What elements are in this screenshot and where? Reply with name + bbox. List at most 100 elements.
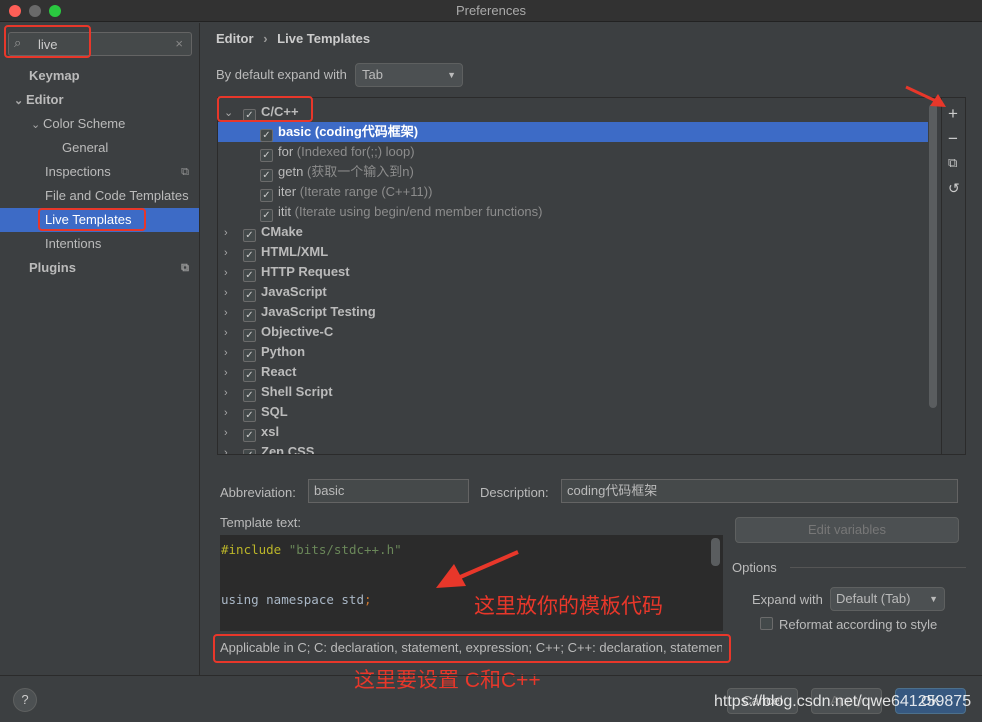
window-title: Preferences (455, 3, 527, 18)
template-name: for (278, 144, 294, 159)
breadcrumb: Editor › Live Templates (216, 31, 370, 46)
template-description: (Iterate range (C++11)) (299, 184, 433, 199)
chevron-right-icon[interactable]: › (224, 383, 243, 403)
sidebar-item[interactable]: Intentions (0, 232, 199, 256)
abbreviation-input[interactable]: basic (308, 479, 469, 503)
options-divider (790, 567, 966, 568)
template-group[interactable]: › ✓ JavaScript (218, 282, 928, 302)
chevron-down-icon[interactable]: ⌄ (14, 89, 26, 113)
sidebar-item-label: Inspections (45, 164, 111, 179)
template-text-label: Template text: (220, 515, 301, 530)
chevron-right-icon[interactable]: › (224, 303, 243, 323)
chevron-right-icon[interactable]: › (224, 323, 243, 343)
editor-scrollbar[interactable] (711, 538, 720, 566)
template-group[interactable]: › ✓ xsl (218, 422, 928, 442)
template-description: (获取一个输入到n) (306, 164, 414, 179)
template-name: SQL (261, 404, 288, 419)
chevron-right-icon[interactable]: › (224, 423, 243, 443)
chevron-right-icon[interactable]: › (224, 263, 243, 283)
code-token: ; (364, 592, 372, 607)
template-item[interactable]: ✓ itit (Iterate using begin/end member fu… (218, 202, 928, 222)
template-checkbox[interactable]: ✓ (243, 409, 256, 422)
chevron-down-icon[interactable]: ⌄ (31, 113, 43, 137)
template-group[interactable]: › ✓ Python (218, 342, 928, 362)
breadcrumb-parent[interactable]: Editor (216, 31, 254, 46)
template-group[interactable]: ⌄ ✓ C/C++ (218, 102, 928, 122)
template-item[interactable]: ✓ basic (coding代码框架) (218, 122, 928, 142)
template-checkbox[interactable]: ✓ (243, 309, 256, 322)
watermark: https://blog.csdn.net/qwe641259875 (714, 693, 972, 710)
template-checkbox[interactable]: ✓ (243, 389, 256, 402)
template-name: HTTP Request (261, 264, 350, 279)
code-token: using namespace std (221, 592, 364, 607)
sidebar-item[interactable]: Keymap (0, 64, 199, 88)
template-checkbox[interactable]: ✓ (243, 269, 256, 282)
abbreviation-label: Abbreviation: (220, 485, 296, 500)
chevron-right-icon[interactable]: › (224, 443, 243, 454)
template-checkbox[interactable]: ✓ (243, 229, 256, 242)
template-name: CMake (261, 224, 303, 239)
template-item[interactable]: ✓ getn (获取一个输入到n) (218, 162, 928, 182)
chevron-right-icon[interactable]: › (224, 223, 243, 243)
expand-label: By default expand with (216, 67, 347, 82)
reformat-checkbox[interactable] (760, 617, 773, 630)
remove-icon[interactable]: − (948, 129, 958, 149)
template-checkbox[interactable]: ✓ (243, 429, 256, 442)
code-token: "bits/stdc++.h" (281, 542, 402, 557)
template-group[interactable]: › ✓ HTTP Request (218, 262, 928, 282)
annotation-applicable-note: 这里要设置 C和C++ (354, 669, 541, 692)
template-description: (Indexed for(;;) loop) (296, 144, 415, 159)
sidebar-item-label: Color Scheme (43, 116, 126, 131)
minimize-window-button[interactable] (29, 5, 41, 17)
template-checkbox[interactable]: ✓ (243, 289, 256, 302)
expand-with-select[interactable]: Default (Tab) ▼ (830, 587, 945, 611)
template-group[interactable]: › ✓ SQL (218, 402, 928, 422)
template-checkbox[interactable]: ✓ (243, 329, 256, 342)
template-checkbox[interactable]: ✓ (243, 349, 256, 362)
template-item[interactable]: ✓ iter (Iterate range (C++11)) (218, 182, 928, 202)
chevron-right-icon[interactable]: › (224, 243, 243, 263)
copy-icon[interactable]: ⧉ (948, 155, 957, 171)
template-group[interactable]: › ✓ Objective-C (218, 322, 928, 342)
close-window-button[interactable] (9, 5, 21, 17)
chevron-right-icon[interactable]: › (224, 283, 243, 303)
sidebar-item-label: Plugins (29, 260, 76, 275)
tree-scrollbar[interactable] (929, 104, 937, 408)
chevron-right-icon[interactable]: › (224, 363, 243, 383)
template-checkbox[interactable]: ✓ (260, 209, 273, 222)
sidebar-item[interactable]: ⌄ Color Scheme (0, 112, 199, 136)
clear-icon[interactable]: × (175, 36, 183, 51)
chevron-right-icon[interactable]: › (224, 403, 243, 423)
template-item[interactable]: ✓ for (Indexed for(;;) loop) (218, 142, 928, 162)
template-group[interactable]: › ✓ CMake (218, 222, 928, 242)
template-checkbox[interactable]: ✓ (260, 129, 273, 142)
sidebar-item[interactable]: Plugins ⧉ (0, 256, 199, 280)
template-checkbox[interactable]: ✓ (260, 169, 273, 182)
template-group[interactable]: ›✓ Zen CSS (218, 442, 928, 454)
sidebar-item[interactable]: Inspections ⧉ (0, 160, 199, 184)
dropdown-arrow-icon: ▼ (447, 70, 456, 80)
description-label: Description: (480, 485, 549, 500)
edit-variables-button[interactable]: Edit variables (735, 517, 959, 543)
expand-select[interactable]: Tab ▼ (355, 63, 463, 87)
template-group[interactable]: › ✓ JavaScript Testing (218, 302, 928, 322)
template-group[interactable]: › ✓ Shell Script (218, 382, 928, 402)
chevron-right-icon[interactable]: › (224, 343, 243, 363)
template-checkbox[interactable]: ✓ (243, 369, 256, 382)
template-name: xsl (261, 424, 280, 439)
template-name: basic (278, 124, 312, 139)
maximize-window-button[interactable] (49, 5, 61, 17)
template-group[interactable]: › ✓ HTML/XML (218, 242, 928, 262)
description-input[interactable]: coding代码框架 (561, 479, 958, 503)
revert-icon[interactable]: ↺ (948, 180, 960, 197)
sidebar-item-label: General (62, 140, 109, 155)
sidebar-item[interactable]: File and Code Templates (0, 184, 199, 208)
sidebar-item[interactable]: ⌄ Editor (0, 88, 199, 112)
template-checkbox[interactable]: ✓ (260, 189, 273, 202)
template-group[interactable]: › ✓ React (218, 362, 928, 382)
template-checkbox[interactable]: ✓ (243, 249, 256, 262)
help-button[interactable]: ? (13, 688, 37, 712)
template-checkbox[interactable]: ✓ (260, 149, 273, 162)
template-checkbox[interactable]: ✓ (243, 449, 256, 454)
sidebar-item[interactable]: General (0, 136, 199, 160)
